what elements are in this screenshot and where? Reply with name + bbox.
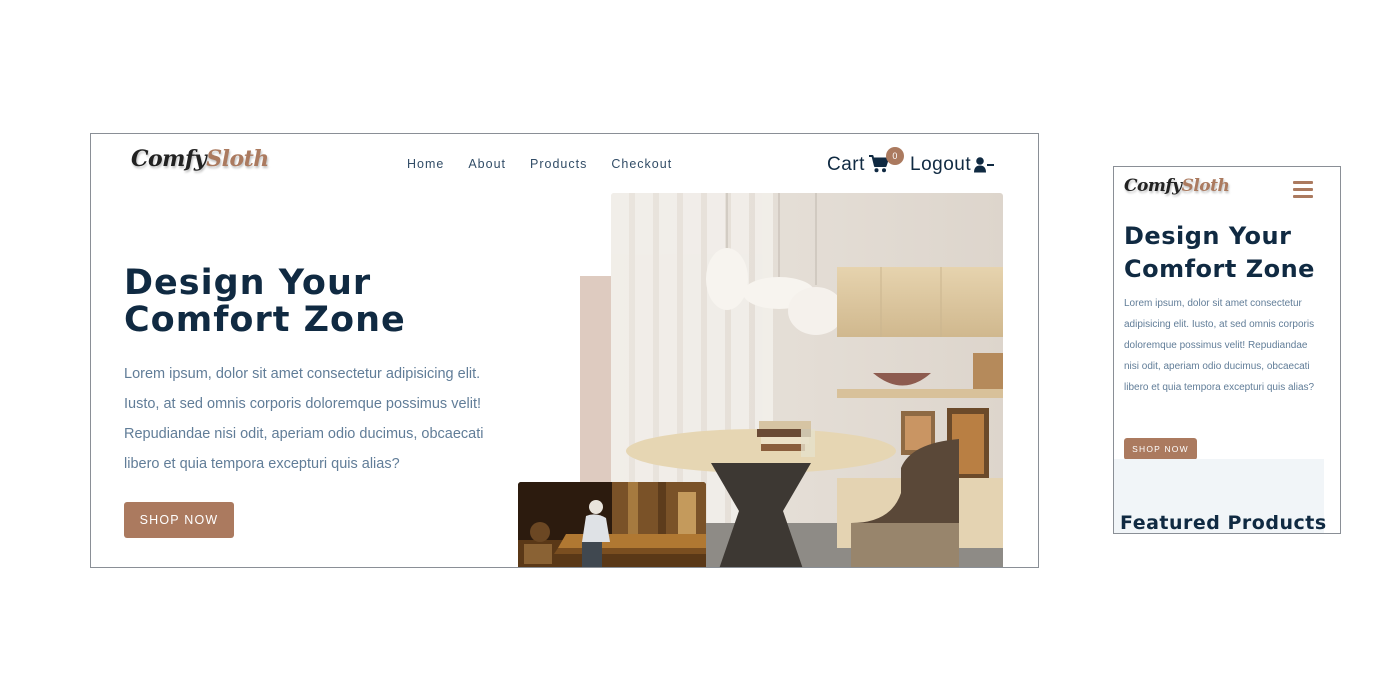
hero-title: Design Your Comfort Zone [124, 263, 406, 340]
nav-link-checkout[interactable]: Checkout [611, 157, 672, 171]
cart-label: Cart [827, 154, 865, 175]
hero-title: Design Your Comfort Zone [1124, 222, 1315, 283]
cart-icon-wrap: 0 [868, 147, 904, 175]
logout-button[interactable]: Logout [910, 154, 995, 176]
mobile-preview: ComfySloth Design Your Comfort Zone Lore… [1113, 166, 1341, 534]
hero-description: Lorem ipsum, dolor sit amet consectetur … [1124, 298, 1315, 393]
shop-now-button[interactable]: SHOP NOW [1124, 438, 1197, 460]
nav-link-about[interactable]: About [468, 157, 506, 171]
desktop-preview: ComfySloth Home About Products Checkout … [90, 133, 1039, 568]
nav-link-products[interactable]: Products [530, 157, 587, 171]
nav-link-home[interactable]: Home [407, 157, 444, 171]
featured-products-title: Featured Products [1120, 512, 1327, 534]
nav-links: Home About Products Checkout [407, 157, 672, 171]
user-minus-icon [974, 157, 995, 173]
hamburger-menu-icon[interactable] [1293, 181, 1313, 198]
logout-label: Logout [910, 154, 972, 175]
hero-image-carpenter [518, 482, 706, 567]
cart-button[interactable]: Cart 0 [827, 147, 904, 176]
logo[interactable]: ComfySloth [131, 146, 269, 172]
shop-now-button[interactable]: SHOP NOW [124, 502, 234, 538]
carpenter-image [518, 482, 706, 567]
hero-description: Lorem ipsum, dolor sit amet consectetur … [124, 366, 484, 472]
cart-count-badge: 0 [885, 147, 904, 165]
logo[interactable]: ComfySloth [1124, 176, 1230, 196]
